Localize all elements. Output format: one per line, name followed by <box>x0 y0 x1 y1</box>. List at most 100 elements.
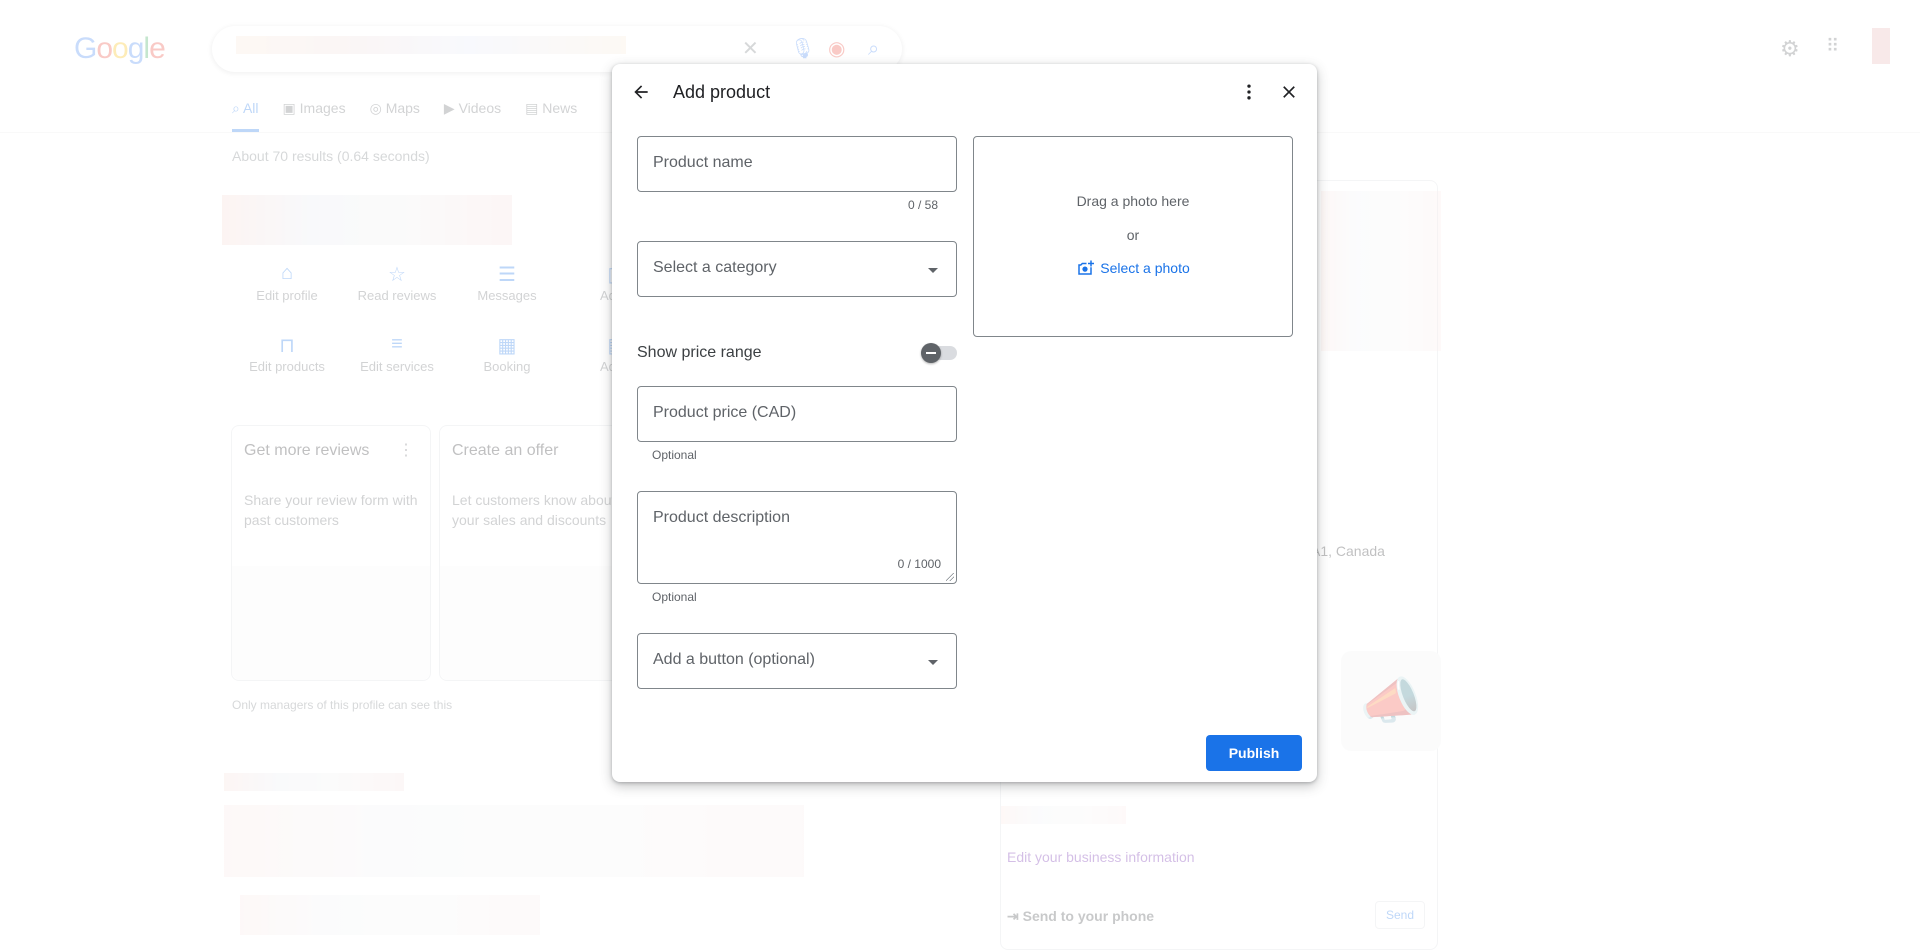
storefront-icon: ⌂ <box>232 262 342 288</box>
logo-letter: G <box>74 32 96 65</box>
action-label: Booking <box>484 359 531 374</box>
logo-letter: o <box>96 32 112 65</box>
tab-images[interactable]: ▣ Images <box>283 100 346 132</box>
action-label: Edit services <box>360 359 434 374</box>
logo-letter: g <box>128 32 144 65</box>
search-tabs: ⌕ All ▣ Images ◎ Maps ▶ Videos ▤ News <box>232 100 577 132</box>
tab-label: Maps <box>386 100 420 116</box>
calendar-icon: ▦ <box>452 333 562 359</box>
back-button[interactable] <box>625 76 657 108</box>
product-name-input[interactable]: Product name <box>637 136 957 192</box>
profile-actions-grid: ⌂Edit profile ☆Read reviews ☰Messages ▣A… <box>232 262 672 374</box>
add-photo-icon <box>1076 259 1094 277</box>
more-vert-icon <box>1239 82 1259 102</box>
tab-all[interactable]: ⌕ All <box>232 100 259 132</box>
apps-grid-icon[interactable]: ⠿ <box>1826 36 1839 57</box>
review-icon: ☆ <box>342 262 452 288</box>
logo-letter: o <box>112 32 128 65</box>
action-messages[interactable]: ☰Messages <box>452 262 562 303</box>
category-label: Select a category <box>653 259 777 277</box>
publish-button[interactable]: Publish <box>1206 735 1302 771</box>
close-icon <box>1279 82 1299 102</box>
dropdown-arrow-icon <box>928 268 938 273</box>
logo-letter: e <box>149 32 165 65</box>
add-product-dialog: Add product Product name 0 / 58 Select a… <box>612 64 1317 782</box>
product-description-textarea[interactable]: Product description 0 / 1000 <box>637 491 957 584</box>
resize-handle[interactable] <box>946 573 954 581</box>
send-to-phone: ⇥ Send to your phone <box>1007 908 1154 925</box>
section-heading-redacted <box>224 773 404 791</box>
mic-icon[interactable]: 🎙 <box>790 39 815 59</box>
card-title: Get more reviews <box>244 442 418 460</box>
dropdown-arrow-icon <box>928 660 938 665</box>
search-icon[interactable]: ⌕ <box>868 39 879 59</box>
product-price-label: Product price (CAD) <box>653 404 796 422</box>
send-icon: ⇥ <box>1007 908 1023 924</box>
description-helper-text: Optional <box>652 590 697 604</box>
result-redacted <box>224 805 804 877</box>
arrow-back-icon <box>631 82 651 102</box>
close-icon[interactable]: ✕ <box>742 39 759 59</box>
tab-label: All <box>243 100 259 116</box>
tab-videos[interactable]: ▶ Videos <box>444 100 501 132</box>
dialog-title: Add product <box>673 82 770 103</box>
category-select[interactable]: Select a category <box>637 241 957 297</box>
description-counter: 0 / 1000 <box>898 557 941 571</box>
reviews-illustration <box>232 566 430 680</box>
megaphone-icon: 📣 <box>1341 651 1441 751</box>
select-photo-link[interactable]: Select a photo <box>974 259 1292 277</box>
action-edit-profile[interactable]: ⌂Edit profile <box>232 262 342 303</box>
gear-icon[interactable]: ⚙ <box>1780 36 1800 62</box>
managers-note: Only managers of this profile can see th… <box>232 698 452 712</box>
business-name-redacted <box>222 195 512 245</box>
card-create-offer[interactable]: Create an offer Let customers know about… <box>439 425 639 681</box>
action-label: Messages <box>477 288 536 303</box>
google-logo[interactable]: Google <box>74 32 165 66</box>
product-price-input[interactable]: Product price (CAD) <box>637 386 957 442</box>
card-body: Let customers know about your sales and … <box>452 490 626 530</box>
action-edit-services[interactable]: ≡Edit services <box>342 333 452 374</box>
results-stats: About 70 results (0.64 seconds) <box>232 148 430 164</box>
map-thumbnail-redacted[interactable] <box>1321 191 1441 351</box>
more-vert-icon[interactable]: ⋮ <box>398 440 414 460</box>
action-label: Read reviews <box>358 288 437 303</box>
edit-business-link[interactable]: Edit your business information <box>1007 849 1195 865</box>
message-icon: ☰ <box>452 262 562 288</box>
card-body: Share your review form with past custome… <box>244 490 418 530</box>
search-query-redacted <box>236 36 626 54</box>
tab-news[interactable]: ▤ News <box>525 100 577 132</box>
business-address: A1, Canada <box>1311 543 1385 559</box>
description-label: Product description <box>653 509 790 527</box>
card-get-more-reviews[interactable]: Get more reviews ⋮ Share your review for… <box>231 425 431 681</box>
avatar[interactable] <box>1872 28 1890 64</box>
select-photo-label: Select a photo <box>1100 260 1190 276</box>
tab-label: Images <box>300 100 346 116</box>
section-heading-redacted <box>1001 806 1126 824</box>
send-label: Send to your phone <box>1023 908 1154 924</box>
add-button-select[interactable]: Add a button (optional) <box>637 633 957 689</box>
bag-icon: ⊓ <box>232 333 342 359</box>
product-name-label: Product name <box>653 154 753 172</box>
photo-dropzone[interactable]: Drag a photo here or Select a photo <box>973 136 1293 337</box>
list-icon: ≡ <box>342 333 452 359</box>
price-helper-text: Optional <box>652 448 697 462</box>
product-name-counter: 0 / 58 <box>908 198 938 212</box>
action-label: Edit products <box>249 359 325 374</box>
result-redacted <box>240 895 540 935</box>
close-button[interactable] <box>1273 76 1305 108</box>
action-booking[interactable]: ▦Booking <box>452 333 562 374</box>
add-button-label: Add a button (optional) <box>653 651 815 669</box>
price-range-label: Show price range <box>637 344 762 361</box>
camera-icon[interactable]: ◉ <box>828 39 845 59</box>
offer-illustration <box>440 566 638 680</box>
price-range-toggle[interactable] <box>923 346 957 360</box>
dialog-header: Add product <box>612 64 1317 120</box>
send-button[interactable]: Send <box>1375 901 1425 929</box>
action-edit-products[interactable]: ⊓Edit products <box>232 333 342 374</box>
action-read-reviews[interactable]: ☆Read reviews <box>342 262 452 303</box>
card-title: Create an offer <box>452 442 626 460</box>
tab-maps[interactable]: ◎ Maps <box>370 100 420 132</box>
more-options-button[interactable] <box>1233 76 1265 108</box>
drag-photo-text: Drag a photo here <box>974 193 1292 209</box>
action-label: Edit profile <box>256 288 317 303</box>
